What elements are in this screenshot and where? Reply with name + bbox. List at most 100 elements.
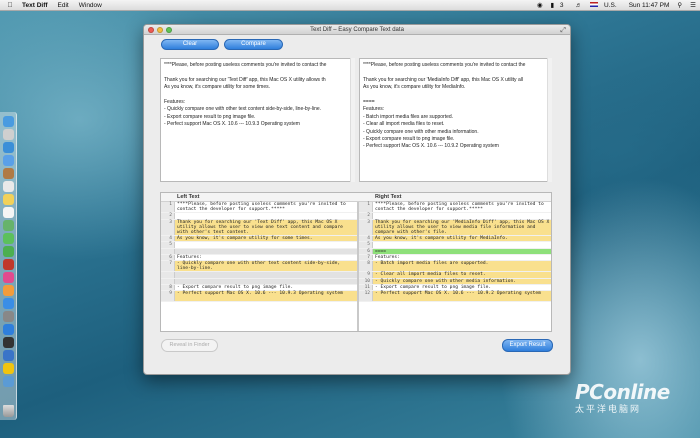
- reminders-icon[interactable]: [2, 207, 14, 218]
- ibooks-icon[interactable]: [2, 285, 14, 296]
- diff-line-text: Features:: [373, 254, 551, 261]
- mail-icon[interactable]: [2, 155, 14, 166]
- split-view-divider[interactable]: [160, 185, 552, 189]
- diff-line-text: - Batch import media files are supported…: [373, 261, 551, 272]
- diff-row: 3 Thank you for searching our 'Text Diff'…: [161, 219, 357, 237]
- right-text-header: Right Text: [375, 194, 402, 200]
- app-window: Text Diff – Easy Compare Text data ⤢ Cle…: [143, 24, 571, 375]
- minimize-icon[interactable]: [157, 27, 163, 33]
- terminal-icon[interactable]: [2, 337, 14, 348]
- window-titlebar[interactable]: Text Diff – Easy Compare Text data ⤢: [144, 25, 570, 35]
- diff-line-number: 5: [161, 242, 175, 248]
- apple-menu-icon[interactable]: : [3, 2, 17, 9]
- messages-icon[interactable]: [2, 233, 14, 244]
- diff-line-number: 4: [359, 236, 373, 242]
- diff-line-text: [175, 242, 357, 248]
- volume-icon[interactable]: ♬: [572, 2, 587, 9]
- diff-line-number: 5: [359, 242, 373, 248]
- downloads-icon[interactable]: [2, 376, 14, 387]
- diff-line-text: [175, 278, 357, 284]
- text-diff-icon[interactable]: [2, 324, 14, 335]
- zoom-icon[interactable]: [166, 27, 172, 33]
- spotlight-icon[interactable]: ⚲: [673, 1, 686, 9]
- dock: [0, 112, 17, 420]
- menu-window[interactable]: Window: [74, 2, 107, 9]
- diff-header: Left Text Right Text: [161, 193, 551, 202]
- left-diff-pane[interactable]: 1 ****Please, before posting useless comm…: [161, 202, 357, 303]
- photo-booth-icon[interactable]: [2, 259, 14, 270]
- diff-line-number: 9: [161, 291, 175, 302]
- clear-button[interactable]: Clear: [161, 39, 219, 50]
- diff-line-text: Thank you for searching our 'Text Diff' …: [175, 219, 357, 236]
- window-title: Text Diff – Easy Compare Text data: [310, 27, 404, 33]
- compare-button[interactable]: Compare: [224, 39, 283, 50]
- diff-line-text: As you know, it's compare utility for Me…: [373, 236, 551, 242]
- diff-row: 9- Perfect support Mac OS X. 10.6 --- 10…: [161, 291, 357, 303]
- reveal-in-finder-button[interactable]: Reveal in Finder: [161, 339, 218, 352]
- calendar-icon[interactable]: [2, 181, 14, 192]
- diff-line-number: 7: [161, 261, 175, 272]
- diff-line-number: 2: [161, 213, 175, 219]
- right-text-scrollbar[interactable]: [547, 58, 552, 182]
- finder-icon[interactable]: [2, 116, 14, 127]
- diff-row: 1 ****Please, before posting useless comm…: [161, 202, 357, 214]
- menu-app-name[interactable]: Text Diff: [17, 2, 53, 9]
- wifi-icon[interactable]: ◉: [533, 1, 547, 9]
- notification-center-icon[interactable]: ☰: [686, 1, 700, 9]
- diff-line-text: - Export compare result to png image fil…: [175, 284, 357, 290]
- contacts-icon[interactable]: [2, 168, 14, 179]
- menu-clock[interactable]: Sun 11:47 PM: [625, 2, 674, 9]
- diff-line-number: 3: [161, 219, 175, 236]
- us-flag-icon: [590, 2, 599, 8]
- fullscreen-icon[interactable]: ⤢: [560, 26, 566, 36]
- xcode-icon[interactable]: [2, 350, 14, 361]
- diff-line-text: ====: [373, 248, 551, 254]
- export-result-button[interactable]: Export Result: [502, 339, 553, 352]
- diff-line-text: [175, 248, 357, 254]
- trash-icon[interactable]: [3, 405, 14, 417]
- right-text-input[interactable]: ****Please, before posting useless comme…: [359, 58, 552, 182]
- diff-line-number: 6: [359, 248, 373, 254]
- diff-line-text: As you know, it's compare utility for so…: [175, 236, 357, 242]
- menu-edit[interactable]: Edit: [53, 2, 74, 9]
- diff-line-number: [161, 278, 175, 284]
- photos-icon[interactable]: [2, 363, 14, 374]
- left-text-scrollbar[interactable]: [350, 58, 355, 182]
- notes-icon[interactable]: [2, 194, 14, 205]
- diff-line-text: ****Please, before posting useless comme…: [175, 202, 357, 213]
- diff-line-text: - Export compare result to png image fil…: [373, 284, 551, 291]
- watermark-logo: PConline 太平洋电脑网: [575, 380, 670, 415]
- diff-row: 1 ****Please, before posting useless comm…: [359, 202, 551, 214]
- diff-line-number: [161, 272, 175, 278]
- diff-line-number: 2: [359, 213, 373, 219]
- diff-line-number: 12: [359, 291, 373, 302]
- window-controls: [148, 27, 175, 33]
- app-store-icon[interactable]: [2, 298, 14, 309]
- diff-line-number: 9: [359, 272, 373, 278]
- close-icon[interactable]: [148, 27, 154, 33]
- input-source[interactable]: U.S.: [586, 2, 625, 9]
- diff-line-number: 3: [359, 219, 373, 236]
- input-source-label: U.S.: [604, 1, 617, 9]
- diff-line-text: - Quickly compare one with other media i…: [373, 278, 551, 284]
- diff-line-number: 11: [359, 284, 373, 291]
- menu-extras: ◉ ▮ 3 ♬ U.S. Sun 11:47 PM ⚲ ☰: [533, 1, 700, 10]
- diff-line-text: ****Please, before posting useless comme…: [373, 202, 551, 213]
- battery-level[interactable]: ▮ 3: [547, 1, 572, 9]
- maps-icon[interactable]: [2, 220, 14, 231]
- left-text-input[interactable]: ****Please, before posting useless comme…: [160, 58, 355, 182]
- diff-line-text: Features:: [175, 254, 357, 261]
- diff-result-view: Left Text Right Text 1 ****Please, before…: [160, 192, 552, 332]
- preferences-icon[interactable]: [2, 311, 14, 322]
- diff-line-text: - Quickly compare one with other text co…: [175, 261, 357, 272]
- diff-line-text: - Perfect support Mac OS X. 10.6 --- 10.…: [373, 291, 551, 302]
- itunes-icon[interactable]: [2, 272, 14, 283]
- diff-line-text: Thank you for searching our 'MediaInfo D…: [373, 219, 552, 236]
- diff-line-number: [161, 248, 175, 254]
- diff-line-number: 4: [161, 236, 175, 242]
- diff-line-text: [373, 213, 551, 219]
- safari-icon[interactable]: [2, 142, 14, 153]
- facetime-icon[interactable]: [2, 246, 14, 257]
- launchpad-icon[interactable]: [2, 129, 14, 140]
- right-diff-pane[interactable]: 1 ****Please, before posting useless comm…: [359, 202, 552, 303]
